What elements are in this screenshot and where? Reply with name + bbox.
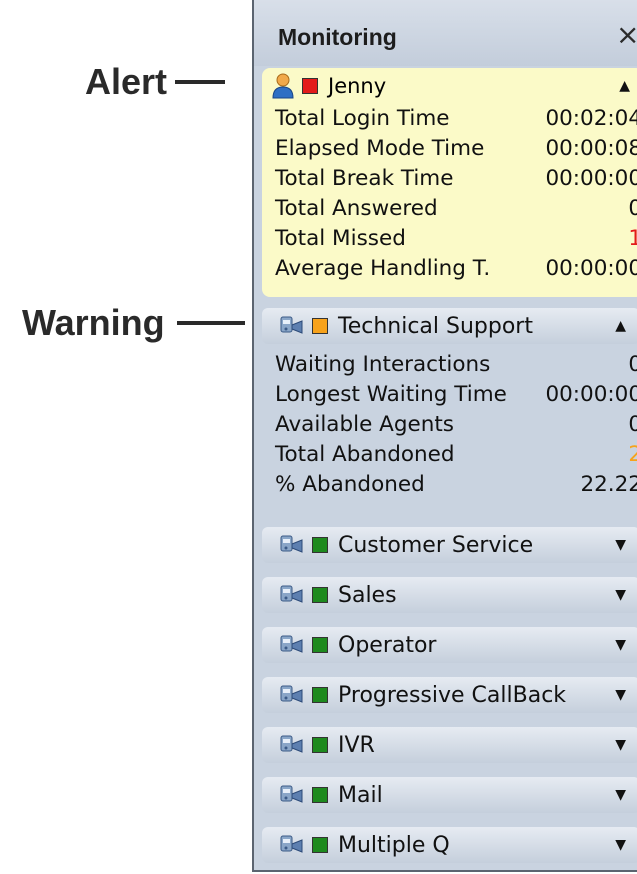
queue-status-indicator	[312, 687, 328, 703]
stat-row: Average Handling T. 00:00:00	[262, 254, 637, 284]
phone-queue-icon	[278, 832, 304, 858]
queue-header[interactable]: Multiple Q ▼	[262, 827, 637, 863]
queue-name: IVR	[338, 732, 375, 758]
stat-row: Elapsed Mode Time 00:00:08	[262, 134, 637, 164]
stat-label: % Abandoned	[275, 472, 425, 497]
queue-name: Multiple Q	[338, 832, 450, 858]
stat-row: Total Answered 0	[262, 194, 637, 224]
queue-name: Progressive CallBack	[338, 682, 567, 708]
stat-value: 2	[628, 440, 637, 470]
collapse-chevron-icon[interactable]: ▲	[619, 68, 630, 104]
phone-queue-icon	[278, 313, 304, 339]
expand-chevron-icon[interactable]: ▼	[615, 677, 626, 713]
phone-queue-icon	[278, 782, 304, 808]
stat-label: Total Answered	[275, 196, 438, 221]
stat-row: Total Missed 1	[262, 224, 637, 254]
warning-callout-label: Warning	[22, 302, 165, 343]
agent-name: Jenny	[328, 74, 387, 98]
queue-name: Mail	[338, 782, 383, 808]
stat-label: Average Handling T.	[275, 256, 491, 281]
phone-queue-icon	[278, 582, 304, 608]
queue-status-indicator	[312, 537, 328, 553]
alert-callout-label: Alert	[85, 61, 168, 102]
phone-queue-icon	[278, 632, 304, 658]
monitoring-panel: Monitoring × Jenny ▲ Total Login Time 00:…	[252, 0, 637, 872]
queue-status-indicator	[312, 637, 328, 653]
stat-value: 1	[628, 224, 637, 254]
agent-stats: Total Login Time 00:02:04 Elapsed Mode Tim…	[262, 104, 637, 284]
stat-label: Longest Waiting Time	[275, 382, 507, 407]
stat-value: 0	[628, 350, 637, 380]
queue-header[interactable]: Progressive CallBack ▼	[262, 677, 637, 713]
stat-value: 00:00:08	[545, 136, 637, 161]
stat-row: % Abandoned 22.22	[254, 470, 637, 500]
queue-status-indicator	[312, 587, 328, 603]
stat-row: Total Break Time 00:00:00	[262, 164, 637, 194]
alert-callout: Alert	[85, 61, 226, 103]
queue-header[interactable]: Operator ▼	[262, 627, 637, 663]
phone-queue-icon	[278, 532, 304, 558]
phone-queue-icon	[278, 732, 304, 758]
stat-value: 00:00:00	[545, 256, 637, 281]
queue-name: Technical Support	[338, 313, 533, 339]
stat-row: Available Agents 0	[254, 410, 637, 440]
agent-header[interactable]: Jenny ▲	[262, 68, 637, 104]
stat-row: Total Login Time 00:02:04	[262, 104, 637, 134]
collapse-chevron-icon[interactable]: ▲	[615, 308, 626, 344]
stat-value: 0	[628, 410, 637, 440]
stat-label: Total Abandoned	[275, 442, 455, 467]
warning-callout-line	[176, 321, 245, 325]
stat-value: 0	[628, 194, 637, 224]
warning-callout: Warning	[22, 302, 245, 344]
queue-status-indicator	[312, 787, 328, 803]
stat-label: Waiting Interactions	[275, 352, 491, 377]
stat-value: 00:00:00	[545, 166, 637, 191]
expand-chevron-icon[interactable]: ▼	[615, 577, 626, 613]
queue-stats: Waiting Interactions0Longest Waiting Tim…	[254, 350, 637, 500]
stat-value: 00:02:04	[545, 106, 637, 131]
queue-list: Customer Service ▼ Sales ▼ Operator ▼ Progress…	[254, 527, 637, 870]
panel-header: Monitoring ×	[254, 0, 637, 66]
expand-chevron-icon[interactable]: ▼	[615, 777, 626, 813]
stat-label: Total Login Time	[275, 106, 450, 131]
queue-status-indicator	[312, 737, 328, 753]
queue-status-indicator	[312, 837, 328, 853]
stat-row: Waiting Interactions 0	[254, 350, 637, 380]
stat-label: Total Break Time	[275, 166, 454, 191]
agent-status-indicator	[302, 78, 318, 94]
expand-chevron-icon[interactable]: ▼	[615, 527, 626, 563]
queue-block-technical-support: Technical Support ▲ Waiting Interactions…	[254, 308, 637, 500]
phone-queue-icon	[278, 682, 304, 708]
person-icon	[272, 73, 294, 99]
queue-header[interactable]: Mail ▼	[262, 777, 637, 813]
queue-name: Operator	[338, 632, 437, 658]
stat-value: 22.22	[580, 472, 637, 497]
queue-header[interactable]: Sales ▼	[262, 577, 637, 613]
stat-row: Longest Waiting Time 00:00:00	[254, 380, 637, 410]
queue-header[interactable]: Customer Service ▼	[262, 527, 637, 563]
queue-header[interactable]: IVR ▼	[262, 727, 637, 763]
expand-chevron-icon[interactable]: ▼	[615, 827, 626, 863]
stat-label: Total Missed	[275, 226, 406, 251]
expand-chevron-icon[interactable]: ▼	[615, 727, 626, 763]
alert-callout-line	[175, 80, 226, 84]
queue-header-technical-support[interactable]: Technical Support ▲	[262, 308, 637, 344]
panel-title: Monitoring	[278, 24, 397, 50]
queue-status-indicator	[312, 318, 328, 334]
stat-row: Total Abandoned 2	[254, 440, 637, 470]
agent-block: Jenny ▲ Total Login Time 00:02:04 Elapsed …	[262, 68, 637, 297]
stat-label: Available Agents	[275, 412, 454, 437]
stat-label: Elapsed Mode Time	[275, 136, 485, 161]
queue-name: Sales	[338, 582, 397, 608]
stat-value: 00:00:00	[545, 382, 637, 407]
queue-name: Customer Service	[338, 532, 534, 558]
close-button[interactable]: ×	[616, 21, 637, 49]
expand-chevron-icon[interactable]: ▼	[615, 627, 626, 663]
